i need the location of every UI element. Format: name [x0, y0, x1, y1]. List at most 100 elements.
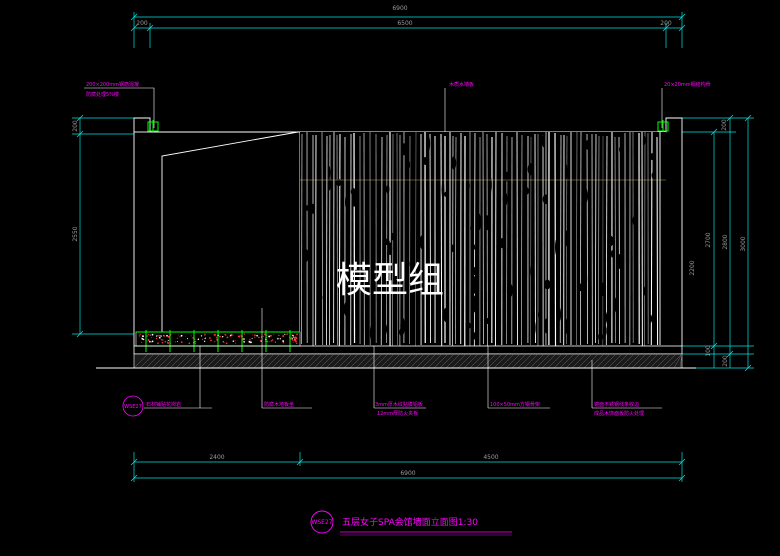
timber-slat: [554, 132, 557, 347]
dim-inner-height: 2200: [689, 260, 696, 275]
timber-knot: [401, 143, 407, 156]
gravel-dot: [162, 339, 164, 341]
timber-knot: [303, 248, 309, 263]
timber-knot: [456, 144, 460, 162]
gravel-dot: [262, 336, 264, 337]
gravel-dot: [270, 340, 273, 342]
gravel-dot: [224, 333, 226, 335]
gravel-dot: [268, 335, 271, 338]
timber-knot: [470, 243, 476, 251]
gravel-dot: [225, 342, 228, 345]
gravel-dot: [293, 336, 295, 338]
gravel-dot: [273, 333, 275, 335]
annotation-top-left-1: 200×200mm钢筋混凝: [86, 81, 139, 88]
gravel-dot: [205, 337, 207, 338]
timber-knot: [328, 165, 331, 179]
gravel-dot: [213, 333, 216, 336]
gravel-dot: [151, 333, 154, 336]
timber-knot: [587, 271, 591, 286]
gravel-dot: [141, 341, 143, 343]
gravel-dot: [214, 341, 216, 343]
dim-bottom-right: 4500: [483, 454, 498, 461]
gravel-dot: [266, 340, 269, 343]
timber-knot: [608, 235, 614, 247]
timber-knot: [420, 235, 423, 249]
gravel-dot: [243, 338, 245, 340]
timber-knot: [423, 156, 429, 166]
gravel-dot: [219, 335, 221, 338]
gravel-dot: [295, 342, 298, 345]
timber-knot: [533, 321, 536, 335]
timber-knot: [564, 230, 571, 247]
gravel-dot: [269, 341, 271, 343]
timber-knot: [456, 320, 460, 329]
gravel-dot: [180, 341, 183, 343]
gravel-dot: [248, 340, 251, 343]
timber-knot: [344, 301, 350, 317]
timber-knot: [598, 332, 604, 342]
gravel-dot: [149, 340, 151, 343]
annotation-top-center: 木质水墙板: [449, 81, 474, 88]
timber-knot: [383, 238, 390, 245]
timber-knot: [466, 322, 471, 329]
timber-slat: [656, 136, 659, 346]
dim-left-top: 200: [72, 120, 79, 132]
gravel-dot: [150, 341, 153, 343]
gravel-dot: [194, 340, 197, 343]
timber-knot: [431, 186, 435, 195]
gravel-dot: [180, 334, 183, 337]
gravel-dot: [161, 342, 163, 344]
dim-bottom-left: 2400: [209, 454, 224, 461]
annotation-bottom-3b: 12mm厚防火夹板: [377, 410, 418, 417]
timber-knot: [603, 324, 607, 337]
gravel-dot: [163, 334, 165, 337]
gravel-dot: [138, 335, 140, 337]
gravel-dot: [279, 338, 281, 340]
timber-knot: [578, 283, 583, 292]
gravel-dot: [142, 338, 145, 341]
gravel-dot: [249, 339, 251, 341]
timber-slat: [494, 131, 497, 347]
gravel-dot: [226, 336, 229, 339]
timber-knot: [427, 135, 431, 152]
timber-knot: [585, 140, 590, 150]
timber-knot: [472, 332, 478, 340]
timber-slat: [650, 131, 653, 346]
gravel-dot: [186, 338, 189, 340]
timber-knot: [643, 286, 646, 297]
timber-knot: [499, 238, 505, 249]
timber-knot: [355, 167, 359, 180]
gravel-dot: [292, 342, 294, 343]
gravel-dot: [194, 342, 197, 345]
timber-knot: [544, 318, 548, 334]
gravel-dot: [147, 339, 150, 342]
gravel-dot: [284, 333, 286, 335]
timber-knot: [544, 279, 551, 290]
timber-knot: [502, 191, 508, 207]
gravel-dot: [282, 335, 285, 337]
annotation-top-left-2: 防腐处理5%楼: [86, 91, 119, 98]
cad-elevation-drawing: 6900 200 6500 200 200×200mm钢筋混凝 防腐处理5%楼 …: [72, 5, 754, 536]
gravel-dot: [155, 337, 158, 340]
timber-knot: [466, 180, 470, 192]
timber-knot: [477, 213, 481, 231]
timber-knot: [399, 328, 404, 337]
title-tag: WSE27: [311, 519, 332, 526]
timber-knot: [444, 191, 449, 198]
gravel-dot: [155, 335, 157, 337]
gravel-dot: [269, 334, 272, 337]
gravel-dot: [166, 341, 168, 343]
gravel-dot: [167, 335, 170, 338]
timber-knot: [382, 205, 386, 215]
timber-knot: [530, 263, 534, 279]
gravel-dot: [200, 335, 203, 337]
timber-knot: [642, 135, 646, 146]
watermark: 模型组: [336, 260, 444, 301]
annotation-bottom-5a: 镜面不锈钢线条收边: [594, 401, 639, 408]
gravel-dot: [188, 342, 190, 344]
timber-knot: [441, 181, 445, 199]
dim-right-main: 2700: [705, 232, 712, 247]
top-leaders: [84, 87, 663, 132]
gravel-dot: [215, 337, 218, 339]
gravel-dot: [222, 336, 224, 338]
